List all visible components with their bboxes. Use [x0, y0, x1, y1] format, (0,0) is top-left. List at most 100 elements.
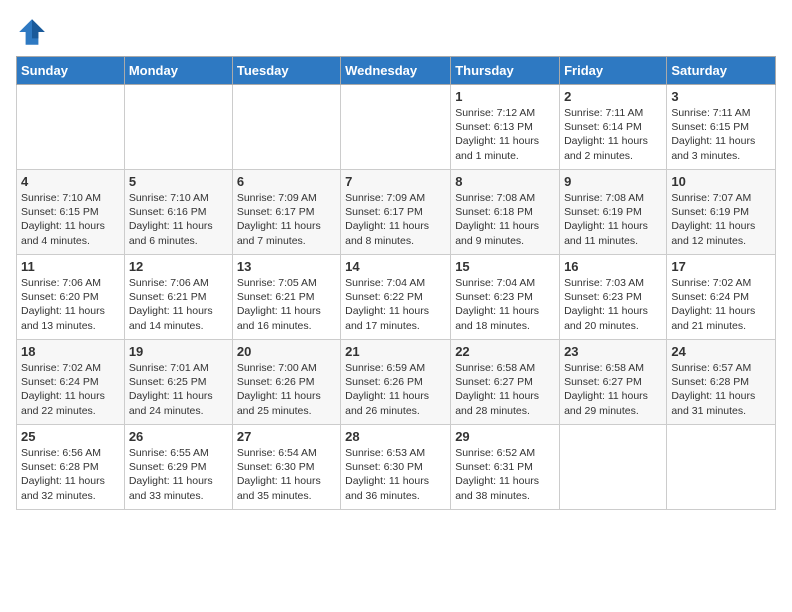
column-header-saturday: Saturday — [667, 57, 776, 85]
day-info: Sunrise: 7:11 AM Sunset: 6:14 PM Dayligh… — [564, 106, 662, 163]
day-info: Sunrise: 7:04 AM Sunset: 6:22 PM Dayligh… — [345, 276, 446, 333]
day-info: Sunrise: 7:06 AM Sunset: 6:20 PM Dayligh… — [21, 276, 120, 333]
day-number: 21 — [345, 344, 446, 359]
day-info: Sunrise: 7:10 AM Sunset: 6:16 PM Dayligh… — [129, 191, 228, 248]
calendar-cell: 18 Sunrise: 7:02 AM Sunset: 6:24 PM Dayli… — [17, 340, 125, 425]
column-header-thursday: Thursday — [451, 57, 560, 85]
calendar-cell: 12 Sunrise: 7:06 AM Sunset: 6:21 PM Dayli… — [124, 255, 232, 340]
calendar-cell: 3 Sunrise: 7:11 AM Sunset: 6:15 PM Daylig… — [667, 85, 776, 170]
calendar-cell — [17, 85, 125, 170]
day-number: 2 — [564, 89, 662, 104]
calendar-cell: 2 Sunrise: 7:11 AM Sunset: 6:14 PM Daylig… — [560, 85, 667, 170]
calendar-cell — [124, 85, 232, 170]
calendar-cell: 9 Sunrise: 7:08 AM Sunset: 6:19 PM Daylig… — [560, 170, 667, 255]
day-info: Sunrise: 7:11 AM Sunset: 6:15 PM Dayligh… — [671, 106, 771, 163]
day-info: Sunrise: 7:02 AM Sunset: 6:24 PM Dayligh… — [21, 361, 120, 418]
calendar-cell: 16 Sunrise: 7:03 AM Sunset: 6:23 PM Dayli… — [560, 255, 667, 340]
calendar-cell: 11 Sunrise: 7:06 AM Sunset: 6:20 PM Dayli… — [17, 255, 125, 340]
calendar-cell: 10 Sunrise: 7:07 AM Sunset: 6:19 PM Dayli… — [667, 170, 776, 255]
column-header-tuesday: Tuesday — [232, 57, 340, 85]
day-info: Sunrise: 7:10 AM Sunset: 6:15 PM Dayligh… — [21, 191, 120, 248]
day-number: 27 — [237, 429, 336, 444]
day-number: 26 — [129, 429, 228, 444]
calendar-cell: 24 Sunrise: 6:57 AM Sunset: 6:28 PM Dayli… — [667, 340, 776, 425]
day-number: 14 — [345, 259, 446, 274]
day-number: 29 — [455, 429, 555, 444]
day-number: 19 — [129, 344, 228, 359]
day-info: Sunrise: 7:07 AM Sunset: 6:19 PM Dayligh… — [671, 191, 771, 248]
day-info: Sunrise: 6:58 AM Sunset: 6:27 PM Dayligh… — [455, 361, 555, 418]
day-info: Sunrise: 7:08 AM Sunset: 6:18 PM Dayligh… — [455, 191, 555, 248]
day-number: 3 — [671, 89, 771, 104]
calendar-cell — [232, 85, 340, 170]
logo-icon — [16, 16, 48, 48]
day-number: 7 — [345, 174, 446, 189]
day-info: Sunrise: 7:00 AM Sunset: 6:26 PM Dayligh… — [237, 361, 336, 418]
day-number: 23 — [564, 344, 662, 359]
day-number: 15 — [455, 259, 555, 274]
calendar-cell: 4Sunrise: 7:10 AM Sunset: 6:15 PM Daylig… — [17, 170, 125, 255]
week-row-4: 18 Sunrise: 7:02 AM Sunset: 6:24 PM Dayli… — [17, 340, 776, 425]
day-number: 22 — [455, 344, 555, 359]
column-header-friday: Friday — [560, 57, 667, 85]
day-info: Sunrise: 6:59 AM Sunset: 6:26 PM Dayligh… — [345, 361, 446, 418]
column-header-wednesday: Wednesday — [341, 57, 451, 85]
day-info: Sunrise: 6:54 AM Sunset: 6:30 PM Dayligh… — [237, 446, 336, 503]
day-number: 18 — [21, 344, 120, 359]
day-info: Sunrise: 6:52 AM Sunset: 6:31 PM Dayligh… — [455, 446, 555, 503]
calendar-cell: 5 Sunrise: 7:10 AM Sunset: 6:16 PM Daylig… — [124, 170, 232, 255]
day-number: 11 — [21, 259, 120, 274]
day-info: Sunrise: 7:12 AM Sunset: 6:13 PM Dayligh… — [455, 106, 555, 163]
day-info: Sunrise: 6:58 AM Sunset: 6:27 PM Dayligh… — [564, 361, 662, 418]
calendar-cell: 14 Sunrise: 7:04 AM Sunset: 6:22 PM Dayli… — [341, 255, 451, 340]
calendar-cell: 26Sunrise: 6:55 AM Sunset: 6:29 PM Dayli… — [124, 425, 232, 510]
calendar-cell: 21 Sunrise: 6:59 AM Sunset: 6:26 PM Dayli… — [341, 340, 451, 425]
day-info: Sunrise: 7:08 AM Sunset: 6:19 PM Dayligh… — [564, 191, 662, 248]
calendar-cell: 22 Sunrise: 6:58 AM Sunset: 6:27 PM Dayli… — [451, 340, 560, 425]
week-row-1: 1 Sunrise: 7:12 AM Sunset: 6:13 PM Daylig… — [17, 85, 776, 170]
day-number: 16 — [564, 259, 662, 274]
day-number: 25 — [21, 429, 120, 444]
day-info: Sunrise: 6:56 AM Sunset: 6:28 PM Dayligh… — [21, 446, 120, 503]
calendar-cell — [560, 425, 667, 510]
day-number: 13 — [237, 259, 336, 274]
calendar-table: SundayMondayTuesdayWednesdayThursdayFrid… — [16, 56, 776, 510]
day-info: Sunrise: 7:09 AM Sunset: 6:17 PM Dayligh… — [237, 191, 336, 248]
calendar-cell: 19 Sunrise: 7:01 AM Sunset: 6:25 PM Dayli… — [124, 340, 232, 425]
day-info: Sunrise: 7:01 AM Sunset: 6:25 PM Dayligh… — [129, 361, 228, 418]
header — [16, 16, 776, 48]
calendar-cell: 25 Sunrise: 6:56 AM Sunset: 6:28 PM Dayli… — [17, 425, 125, 510]
day-info: Sunrise: 6:53 AM Sunset: 6:30 PM Dayligh… — [345, 446, 446, 503]
day-number: 1 — [455, 89, 555, 104]
day-info: Sunrise: 7:06 AM Sunset: 6:21 PM Dayligh… — [129, 276, 228, 333]
header-row: SundayMondayTuesdayWednesdayThursdayFrid… — [17, 57, 776, 85]
day-info: Sunrise: 7:02 AM Sunset: 6:24 PM Dayligh… — [671, 276, 771, 333]
calendar-cell: 8 Sunrise: 7:08 AM Sunset: 6:18 PM Daylig… — [451, 170, 560, 255]
logo — [16, 16, 52, 48]
calendar-cell: 27 Sunrise: 6:54 AM Sunset: 6:30 PM Dayli… — [232, 425, 340, 510]
day-number: 20 — [237, 344, 336, 359]
day-number: 28 — [345, 429, 446, 444]
calendar-cell: 17 Sunrise: 7:02 AM Sunset: 6:24 PM Dayli… — [667, 255, 776, 340]
calendar-cell — [341, 85, 451, 170]
day-info: Sunrise: 7:03 AM Sunset: 6:23 PM Dayligh… — [564, 276, 662, 333]
day-number: 12 — [129, 259, 228, 274]
calendar-cell: 20 Sunrise: 7:00 AM Sunset: 6:26 PM Dayli… — [232, 340, 340, 425]
day-info: Sunrise: 6:57 AM Sunset: 6:28 PM Dayligh… — [671, 361, 771, 418]
day-number: 24 — [671, 344, 771, 359]
column-header-sunday: Sunday — [17, 57, 125, 85]
day-number: 6 — [237, 174, 336, 189]
day-number: 10 — [671, 174, 771, 189]
day-number: 5 — [129, 174, 228, 189]
column-header-monday: Monday — [124, 57, 232, 85]
week-row-5: 25 Sunrise: 6:56 AM Sunset: 6:28 PM Dayli… — [17, 425, 776, 510]
calendar-cell: 15Sunrise: 7:04 AM Sunset: 6:23 PM Dayli… — [451, 255, 560, 340]
day-number: 8 — [455, 174, 555, 189]
day-number: 17 — [671, 259, 771, 274]
calendar-cell: 23 Sunrise: 6:58 AM Sunset: 6:27 PM Dayli… — [560, 340, 667, 425]
calendar-cell: 28 Sunrise: 6:53 AM Sunset: 6:30 PM Dayli… — [341, 425, 451, 510]
calendar-cell: 1 Sunrise: 7:12 AM Sunset: 6:13 PM Daylig… — [451, 85, 560, 170]
calendar-cell: 6 Sunrise: 7:09 AM Sunset: 6:17 PM Daylig… — [232, 170, 340, 255]
calendar-cell: 13Sunrise: 7:05 AM Sunset: 6:21 PM Dayli… — [232, 255, 340, 340]
day-number: 9 — [564, 174, 662, 189]
